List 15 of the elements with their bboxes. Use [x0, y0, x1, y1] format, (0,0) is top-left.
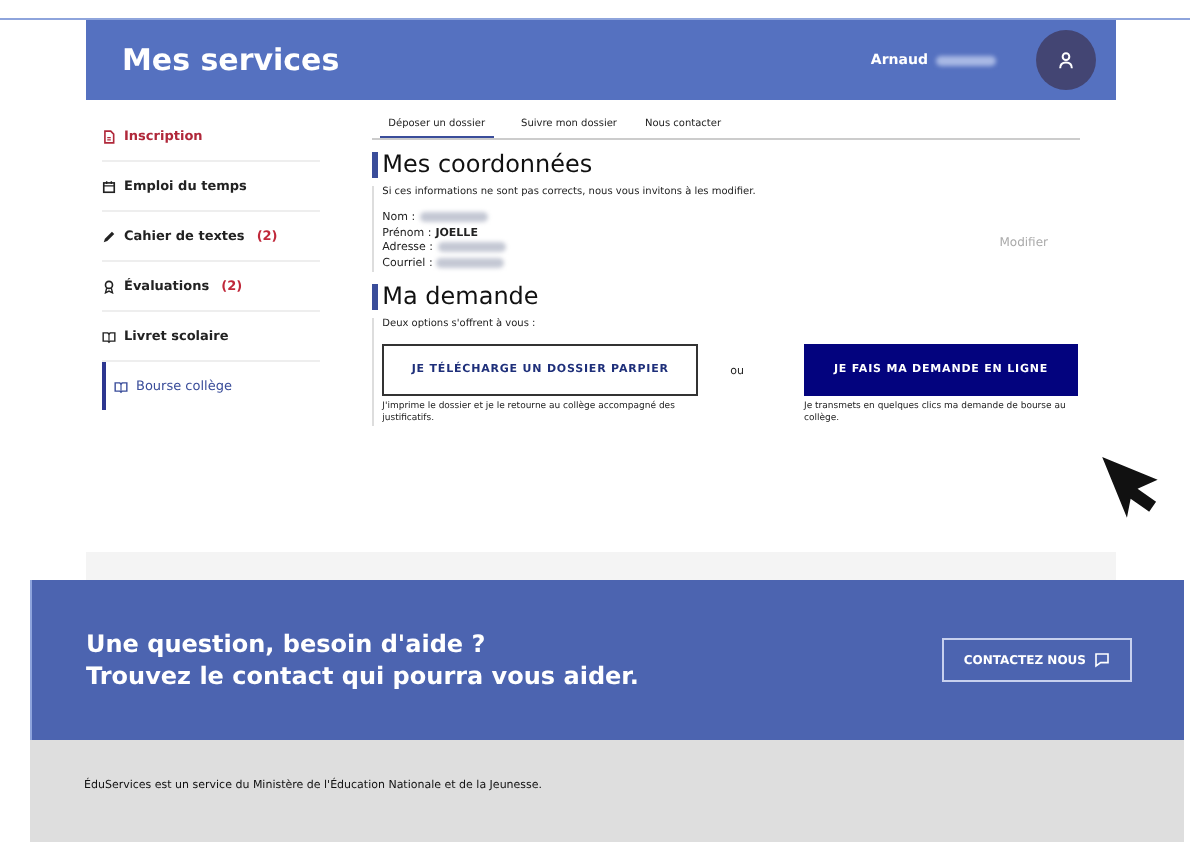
help-text: Une question, besoin d'aide ?	[86, 628, 488, 660]
book-icon	[114, 379, 128, 393]
page-title: Mes services	[122, 42, 340, 78]
blurred-text	[936, 55, 996, 65]
medal-icon	[102, 279, 116, 293]
user-avatar[interactable]	[1036, 30, 1096, 90]
calendar-icon	[102, 179, 116, 193]
section-heading: Ma demande	[372, 284, 1080, 311]
help-text: Trouvez le contact qui pourra vous aider.	[86, 660, 639, 692]
book-icon	[102, 329, 116, 343]
document-icon	[102, 129, 116, 143]
section-heading: Mes coordonnées	[372, 152, 1080, 178]
pencil-icon	[102, 229, 116, 243]
user-icon	[1056, 50, 1076, 70]
chat-icon	[1094, 652, 1110, 668]
